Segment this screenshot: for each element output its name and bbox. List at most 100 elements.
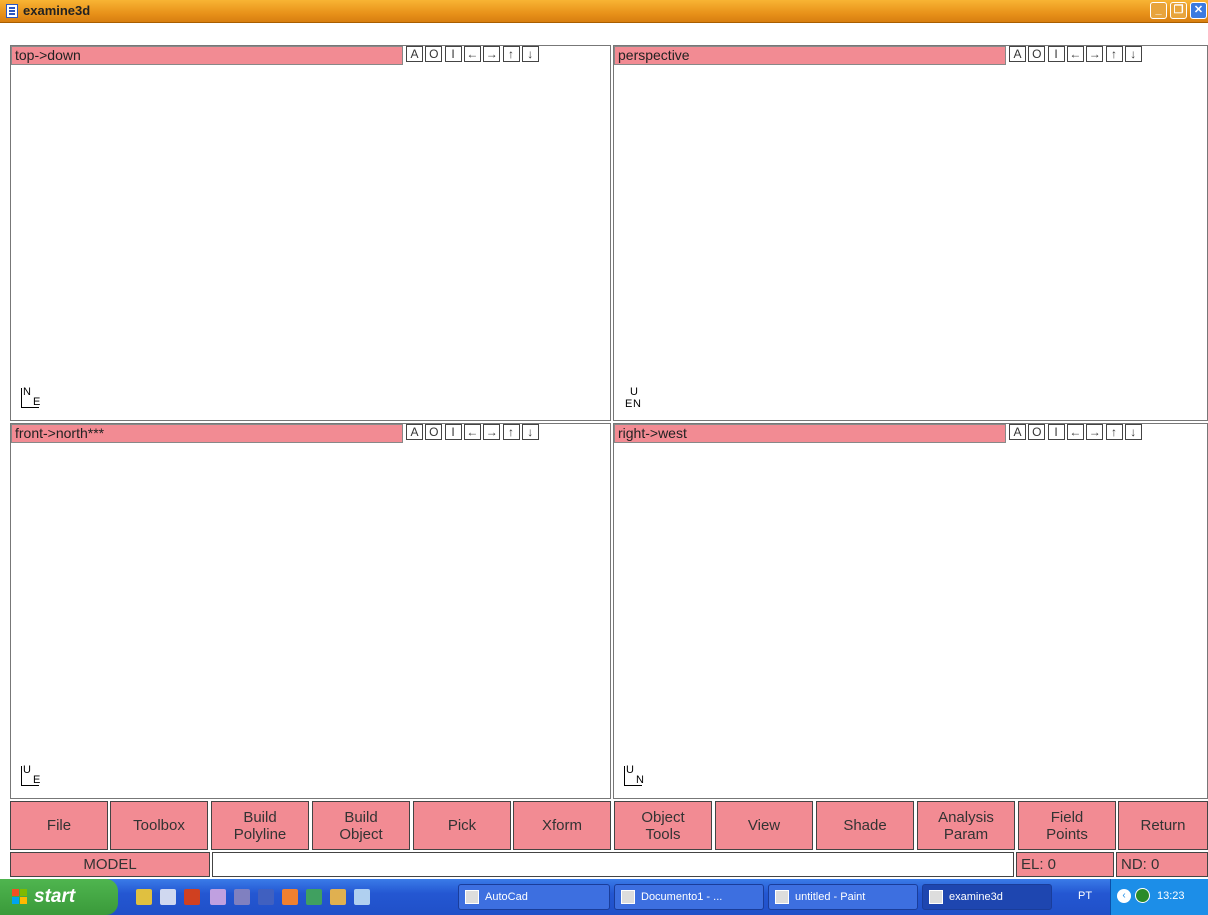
element-count: EL: 0 [1016,852,1114,877]
viewport-button[interactable]: O [425,46,443,62]
axis-indicator: U E N [622,386,662,416]
viewport-perspective[interactable]: perspective U E N [613,45,1208,421]
start-label: start [34,886,76,907]
axis-label-horizontal: E [33,774,41,786]
taskbar: start AutoCad Documento1 - ... untitled … [0,879,1208,915]
viewport-button[interactable]: I [444,424,462,440]
menu-button-pick[interactable]: Pick [413,801,511,850]
menu-button-file[interactable]: File [10,801,108,850]
menu-button-shade[interactable]: Shade [816,801,914,850]
node-count: ND: 0 [1116,852,1208,877]
viewport-button[interactable]: ↓ [1124,46,1142,62]
task-label: examine3d [949,891,1003,903]
network-icon[interactable] [1135,888,1150,903]
command-input[interactable] [212,852,1014,877]
menu-button-return[interactable]: Return [1118,801,1208,850]
viewport-button[interactable]: O [1028,424,1046,440]
language-indicator[interactable]: PT [1078,890,1092,902]
viewport-button[interactable]: O [425,424,443,440]
menu-button-object-tools[interactable]: Object Tools [614,801,712,850]
viewport-button[interactable]: → [483,424,501,440]
viewport-right[interactable]: right->west U N [613,423,1208,799]
viewport-button[interactable]: ↑ [502,46,520,62]
axis-label-horizontal: E [33,396,41,408]
viewport-button[interactable]: → [483,46,501,62]
app-icon [6,4,18,18]
viewport-title: top->down [11,46,403,65]
viewport-button[interactable]: A [406,46,423,62]
menu-button-xform[interactable]: Xform [513,801,611,850]
axis-indicator: U E [19,764,59,794]
system-tray: ‹ 13:23 [1110,879,1208,915]
task-label: AutoCad [485,891,528,903]
axis-label-vertical: U [23,764,31,776]
viewport-button[interactable]: ← [463,424,481,440]
viewport-top[interactable]: top->down N E [10,45,611,421]
viewport-button[interactable]: → [1086,46,1104,62]
start-button[interactable]: start [0,879,118,915]
axis-indicator: U N [622,764,662,794]
quicklaunch-icon[interactable] [210,889,226,905]
tray-expand-icon[interactable]: ‹ [1117,889,1131,903]
viewport-button[interactable]: ← [1066,46,1084,62]
axis-label-vertical: N [23,386,31,398]
viewport-button[interactable]: O [1028,46,1046,62]
axis-label-vertical: U [626,764,634,776]
viewport-button[interactable]: A [1009,424,1026,440]
clock[interactable]: 13:23 [1157,890,1185,902]
task-paint[interactable]: untitled - Paint [768,884,918,910]
close-button[interactable]: ✕ [1190,2,1207,19]
viewport-button[interactable]: A [406,424,423,440]
quicklaunch-icon[interactable] [184,889,200,905]
menu-button-build-object[interactable]: Build Object [312,801,410,850]
viewport-button[interactable]: I [1047,424,1065,440]
autocad-icon [465,890,479,904]
quicklaunch-icon[interactable] [160,889,176,905]
viewport-button[interactable]: ↑ [502,424,520,440]
quicklaunch-icon[interactable] [306,889,322,905]
examine3d-icon [929,890,943,904]
quicklaunch-icon[interactable] [234,889,250,905]
menu-button-view[interactable]: View [715,801,813,850]
viewport-button[interactable]: I [1047,46,1065,62]
task-documento1[interactable]: Documento1 - ... [614,884,764,910]
quicklaunch-icon[interactable] [354,889,370,905]
viewport-front[interactable]: front->north*** U E [10,423,611,799]
mode-indicator: MODEL [10,852,210,877]
axis-label-horizontal: E [625,398,633,410]
viewport-button[interactable]: ← [1066,424,1084,440]
task-label: Documento1 - ... [641,891,723,903]
viewport-button[interactable]: ↓ [1124,424,1142,440]
viewport-button[interactable]: → [1086,424,1104,440]
viewport-title: right->west [614,424,1006,443]
quicklaunch-icon[interactable] [136,889,152,905]
quicklaunch-icon[interactable] [258,889,274,905]
viewport-button[interactable]: ↓ [521,424,539,440]
quicklaunch-icon[interactable] [282,889,298,905]
viewport-button[interactable]: ↓ [521,46,539,62]
menu-button-build-polyline[interactable]: Build Polyline [211,801,309,850]
viewport-title: perspective [614,46,1006,65]
menu-button-analysis-param[interactable]: Analysis Param [917,801,1015,850]
viewport-title: front->north*** [11,424,403,443]
quicklaunch-icon[interactable] [330,889,346,905]
axis-label-horizontal: N [636,774,644,786]
minimize-button[interactable]: _ [1150,2,1167,19]
word-icon [621,890,635,904]
task-autocad[interactable]: AutoCad [458,884,610,910]
task-examine3d[interactable]: examine3d [922,884,1052,910]
paint-icon [775,890,789,904]
axis-indicator: N E [19,386,59,416]
viewport-button[interactable]: A [1009,46,1026,62]
axis-label-depth: N [633,398,641,410]
restore-button[interactable]: ❐ [1170,2,1187,19]
viewport-button[interactable]: I [444,46,462,62]
viewport-button[interactable]: ↑ [1105,424,1123,440]
window-titlebar[interactable]: examine3d _ ❐ ✕ [0,0,1208,23]
menu-button-field-points[interactable]: Field Points [1018,801,1116,850]
windows-flag-icon [12,889,28,905]
viewport-button[interactable]: ↑ [1105,46,1123,62]
menu-button-toolbox[interactable]: Toolbox [110,801,208,850]
viewport-button[interactable]: ← [463,46,481,62]
axis-label-vertical: U [630,386,638,398]
